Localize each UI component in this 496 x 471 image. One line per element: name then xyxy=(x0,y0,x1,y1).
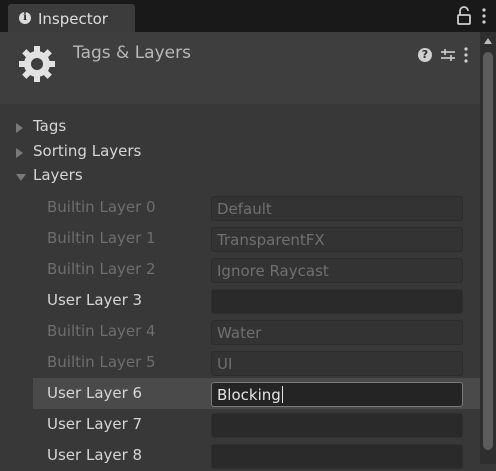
tab-inspector[interactable]: i Inspector xyxy=(8,4,135,32)
foldout-label: Sorting Layers xyxy=(33,142,142,160)
tab-bar: i Inspector xyxy=(0,0,496,32)
text-caret xyxy=(281,386,283,403)
layer-name-field[interactable] xyxy=(211,444,463,469)
help-icon[interactable]: ? xyxy=(418,48,432,62)
layer-name-field-focused[interactable]: Blocking xyxy=(211,382,463,407)
inspector-header: Tags & Layers ? xyxy=(0,32,480,104)
foldout-arrow-icon xyxy=(16,148,23,158)
foldout-arrow-icon xyxy=(16,123,23,133)
foldout-label: Layers xyxy=(33,166,83,184)
layer-row: User Layer 8 xyxy=(33,440,480,471)
layer-label: User Layer 3 xyxy=(47,291,143,309)
layer-name-field: UI xyxy=(211,351,463,376)
lock-icon[interactable] xyxy=(455,6,473,26)
kebab-icon[interactable] xyxy=(478,6,490,26)
layer-name-field: Default xyxy=(211,196,463,221)
layer-label: User Layer 6 xyxy=(47,384,143,402)
layer-label: User Layer 8 xyxy=(47,446,143,464)
layer-row: User Layer 7 xyxy=(33,409,480,440)
layer-name-field[interactable] xyxy=(211,413,463,438)
foldout-arrow-icon xyxy=(16,174,26,181)
tab-label: Inspector xyxy=(38,10,108,28)
layer-label: Builtin Layer 1 xyxy=(47,229,156,247)
layer-row: Builtin Layer 4 Water xyxy=(33,316,480,347)
layer-label: Builtin Layer 0 xyxy=(47,198,156,216)
gear-icon xyxy=(19,46,55,82)
layer-name-field[interactable] xyxy=(211,289,463,314)
layer-row: Builtin Layer 2 Ignore Raycast xyxy=(33,254,480,285)
field-text: Blocking xyxy=(217,386,281,404)
layer-row: Builtin Layer 5 UI xyxy=(33,347,480,378)
scroll-up-arrow-icon[interactable] xyxy=(484,38,492,44)
layer-label: Builtin Layer 5 xyxy=(47,353,156,371)
scroll-thumb[interactable] xyxy=(483,52,493,450)
layer-label: User Layer 7 xyxy=(47,415,143,433)
layer-row: Builtin Layer 1 TransparentFX xyxy=(33,223,480,254)
layer-row-selected: User Layer 6 Blocking xyxy=(33,378,480,409)
layer-name-field: Water xyxy=(211,320,463,345)
layer-label: Builtin Layer 2 xyxy=(47,260,156,278)
kebab-icon[interactable] xyxy=(462,46,470,64)
page-title: Tags & Layers xyxy=(73,43,191,63)
presets-icon[interactable] xyxy=(440,46,456,64)
foldout-label: Tags xyxy=(33,117,67,135)
layer-row: User Layer 3 xyxy=(33,285,480,316)
layer-label: Builtin Layer 4 xyxy=(47,322,156,340)
vertical-scrollbar[interactable] xyxy=(480,32,496,464)
info-icon: i xyxy=(19,12,31,24)
layer-name-field: TransparentFX xyxy=(211,227,463,252)
layer-row: Builtin Layer 0 Default xyxy=(33,192,480,223)
layer-name-field: Ignore Raycast xyxy=(211,258,463,283)
